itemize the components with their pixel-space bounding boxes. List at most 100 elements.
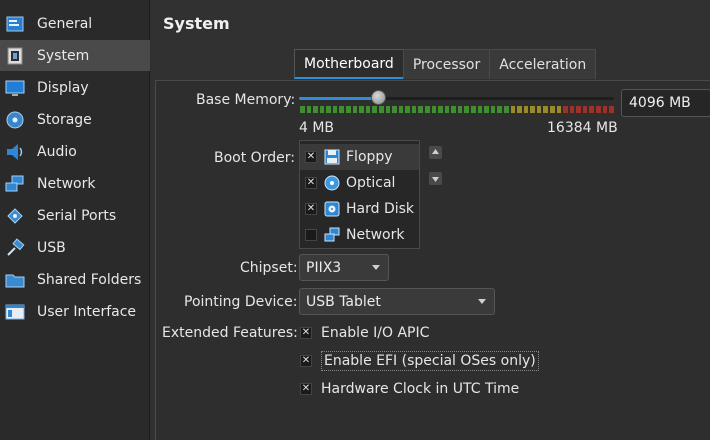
memory-scale-tick — [438, 106, 443, 113]
boot-hard-disk-checkbox[interactable]: ✕ — [305, 203, 317, 215]
enable-io-apic-option[interactable]: ✕ Enable I/O APIC — [300, 322, 429, 344]
general-icon — [4, 13, 26, 35]
boot-network-checkbox[interactable] — [305, 229, 317, 241]
memory-scale-tick — [503, 106, 509, 113]
sidebar-item-serial-ports[interactable]: Serial Ports — [0, 200, 150, 231]
boot-item-optical[interactable]: ✕ Optical — [300, 170, 419, 196]
enable-io-apic-label: Enable I/O APIC — [321, 325, 430, 341]
utc-clock-option[interactable]: ✕ Hardware Clock in UTC Time — [300, 378, 519, 400]
sidebar-item-label: User Interface — [37, 303, 137, 320]
sidebar-item-user-interface[interactable]: User Interface — [0, 296, 150, 327]
memory-scale-tick — [405, 106, 410, 113]
sidebar-item-network[interactable]: Network — [0, 168, 150, 199]
memory-scale-tick — [530, 106, 535, 113]
sidebar-item-usb[interactable]: USB — [0, 232, 150, 263]
memory-scale-tick — [576, 106, 581, 113]
memory-scale-tick — [332, 106, 338, 113]
memory-scale-tick — [602, 106, 608, 113]
memory-scale-tick — [411, 106, 417, 113]
network-icon — [324, 227, 340, 242]
network-icon — [4, 173, 26, 195]
chipset-value: PIIX3 — [306, 259, 342, 276]
memory-max-label: 16384 MB — [547, 120, 618, 136]
sidebar-item-system[interactable]: System — [0, 40, 150, 71]
memory-scale-tick — [517, 106, 522, 113]
floppy-icon — [324, 149, 340, 165]
memory-scale-tick — [372, 106, 377, 113]
memory-scale-tick — [609, 106, 614, 113]
pointing-device-select[interactable]: USB Tablet — [299, 288, 495, 315]
optical-disc-icon — [324, 175, 340, 191]
shared-folders-icon — [4, 269, 26, 291]
memory-scale-tick — [313, 106, 318, 113]
arrow-down-icon — [432, 177, 439, 182]
memory-scale-tick — [536, 106, 542, 113]
memory-scale-tick — [471, 106, 476, 113]
enable-efi-label: Enable EFI (special OSes only) — [321, 351, 539, 371]
memory-scale-tick — [543, 106, 548, 113]
usb-icon — [4, 237, 26, 259]
utc-clock-checkbox[interactable]: ✕ — [300, 383, 312, 395]
chipset-select[interactable]: PIIX3 — [299, 254, 389, 281]
chipset-label: Chipset: — [240, 260, 298, 276]
memory-scale-tick — [359, 106, 364, 113]
sidebar-item-label: USB — [37, 239, 66, 256]
sidebar-item-label: Storage — [37, 111, 92, 128]
tab-motherboard[interactable]: Motherboard — [294, 49, 404, 79]
memory-scale-tick — [326, 106, 331, 113]
memory-scale-tick — [378, 106, 384, 113]
memory-scale-tick — [306, 106, 312, 113]
boot-item-hard-disk[interactable]: ✕ Hard Disk — [300, 196, 419, 222]
boot-item-label: Optical — [346, 175, 396, 191]
enable-efi-option[interactable]: ✕ Enable EFI (special OSes only) — [300, 350, 539, 372]
move-up-button[interactable] — [429, 146, 442, 159]
memory-scale-tick — [398, 106, 404, 113]
move-down-button[interactable] — [429, 172, 442, 185]
tab-processor[interactable]: Processor — [402, 49, 491, 79]
sidebar-item-display[interactable]: Display — [0, 72, 150, 103]
boot-order-label: Boot Order: — [214, 150, 295, 166]
sidebar-item-label: Audio — [37, 143, 77, 160]
memory-scale-tick — [444, 106, 450, 113]
settings-sidebar: General System Display Storage Audio Net… — [0, 0, 150, 440]
sidebar-item-general[interactable]: General — [0, 8, 150, 39]
memory-scale-tick — [300, 106, 305, 113]
display-icon — [4, 77, 26, 99]
sidebar-item-label: Network — [37, 175, 96, 192]
boot-item-label: Floppy — [346, 149, 393, 165]
extended-features-label: Extended Features: — [162, 325, 298, 341]
sidebar-item-label: General — [37, 15, 93, 32]
memory-scale-tick — [589, 106, 595, 113]
enable-io-apic-checkbox[interactable]: ✕ — [300, 327, 312, 339]
tab-acceleration[interactable]: Acceleration — [489, 49, 597, 79]
memory-scale-tick — [484, 106, 489, 113]
sidebar-item-label: Display — [37, 79, 89, 96]
enable-efi-checkbox[interactable]: ✕ — [300, 355, 312, 367]
boot-floppy-checkbox[interactable]: ✕ — [305, 151, 317, 163]
memory-scale-tick — [556, 106, 562, 113]
sidebar-item-shared-folders[interactable]: Shared Folders — [0, 264, 150, 295]
boot-item-network[interactable]: Network — [300, 222, 419, 248]
memory-scale-tick — [392, 106, 397, 113]
memory-slider-track[interactable] — [299, 97, 614, 100]
memory-scale-tick — [563, 106, 568, 113]
memory-scale-tick — [457, 106, 463, 113]
memory-scale-tick — [385, 106, 391, 113]
sidebar-item-label: System — [37, 47, 90, 64]
boot-order-list: ✕ Floppy ✕ Optical ✕ Hard Disk Network — [299, 140, 420, 249]
memory-scale-tick — [549, 106, 555, 113]
hard-disk-icon — [324, 201, 340, 217]
sidebar-item-label: Serial Ports — [37, 207, 117, 224]
storage-icon — [4, 109, 26, 131]
sidebar-item-storage[interactable]: Storage — [0, 104, 150, 135]
memory-scale-tick — [490, 106, 496, 113]
audio-icon — [4, 141, 26, 163]
arrow-up-icon — [432, 149, 439, 154]
memory-slider-handle[interactable] — [370, 90, 386, 105]
pointing-device-label: Pointing Device: — [184, 294, 298, 310]
memory-spinbox[interactable]: 4096 MB — [621, 89, 710, 117]
memory-scale-tick — [352, 106, 358, 113]
sidebar-item-audio[interactable]: Audio — [0, 136, 150, 167]
boot-item-floppy[interactable]: ✕ Floppy — [300, 144, 419, 170]
boot-optical-checkbox[interactable]: ✕ — [305, 177, 317, 189]
